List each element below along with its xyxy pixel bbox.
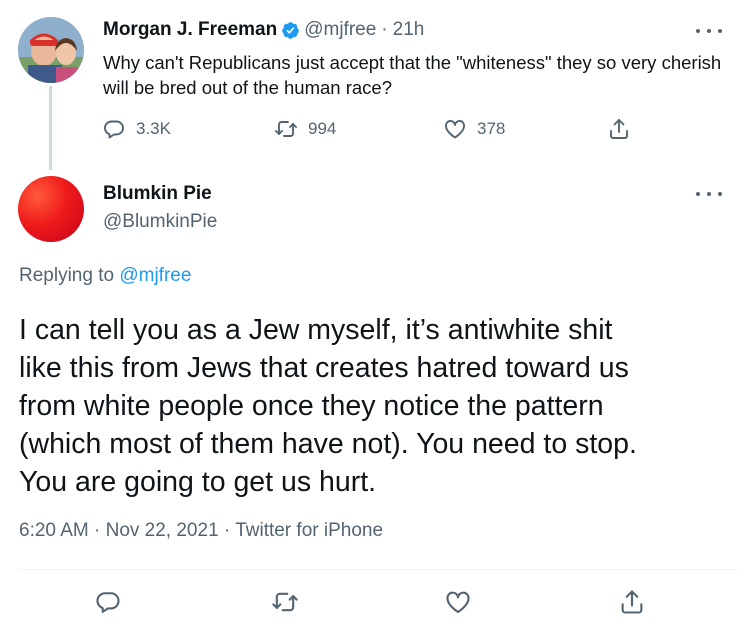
reply-author-handle[interactable]: @BlumkinPie [103,211,217,233]
parent-retweet-button[interactable]: 994 [274,117,336,141]
replying-to: Replying to @mjfree [19,265,191,287]
parent-like-button[interactable]: 378 [443,117,505,141]
verified-badge-icon [282,21,300,39]
avatar-photo [18,17,84,83]
reply-icon [96,592,120,613]
meta-separator: · [223,520,231,541]
tweet-text-line: You are going to get us hurt. [19,466,377,498]
share-button[interactable] [618,588,646,616]
reply-icon [104,120,124,139]
reply-more-icon[interactable] [696,185,722,203]
parent-more-icon[interactable] [696,22,722,40]
reply-tweet-text: I can tell you as a Jew myself, it’s ant… [19,311,739,501]
tweet-age[interactable]: 21h [393,19,425,41]
like-count: 378 [477,119,506,138]
parent-share-button[interactable] [607,117,631,141]
tweet-text-line: from white people once they notice the p… [19,390,604,422]
meta-separator: · [94,520,101,541]
tweet-source[interactable]: Twitter for iPhone [235,520,383,541]
divider [19,569,737,570]
tweet-time[interactable]: 6:20 AM [19,520,89,541]
heart-icon [445,120,465,139]
parent-tweet-text: Why can't Republicans just accept that t… [103,52,722,98]
parent-reply-button[interactable]: 3.3K [102,117,171,141]
retweet-icon [275,121,297,137]
avatar-morgan-freeman[interactable] [18,17,84,83]
reply-count: 3.3K [136,119,171,138]
author-handle[interactable]: @mjfree [304,19,376,41]
reply-button[interactable] [94,588,122,616]
replying-to-link[interactable]: @mjfree [119,265,191,286]
tweet-meta: 6:20 AM · Nov 22, 2021 · Twitter for iPh… [19,520,383,542]
dot-separator: · [381,19,388,40]
thread-connector-line [49,86,52,170]
retweet-count: 994 [308,119,337,138]
tweet-text-line: like this from Jews that creates hatred … [19,352,629,384]
avatar-blumkin-pie[interactable] [18,176,84,242]
heart-icon [446,591,470,613]
share-icon [610,119,628,139]
like-button[interactable] [444,588,472,616]
replying-prefix: Replying to [19,265,115,286]
tweet-date[interactable]: Nov 22, 2021 [106,520,219,541]
retweet-icon [272,592,298,612]
parent-tweet-header: Morgan J. Freeman @mjfree · 21h [103,19,424,41]
tweet-text-line: I can tell you as a Jew myself, it’s ant… [19,314,613,346]
author-name[interactable]: Morgan J. Freeman [103,19,277,41]
tweet-text-line: (which most of them have not). You need … [19,428,637,460]
share-icon [621,590,643,614]
reply-author-name[interactable]: Blumkin Pie [103,183,212,205]
retweet-button[interactable] [271,588,299,616]
